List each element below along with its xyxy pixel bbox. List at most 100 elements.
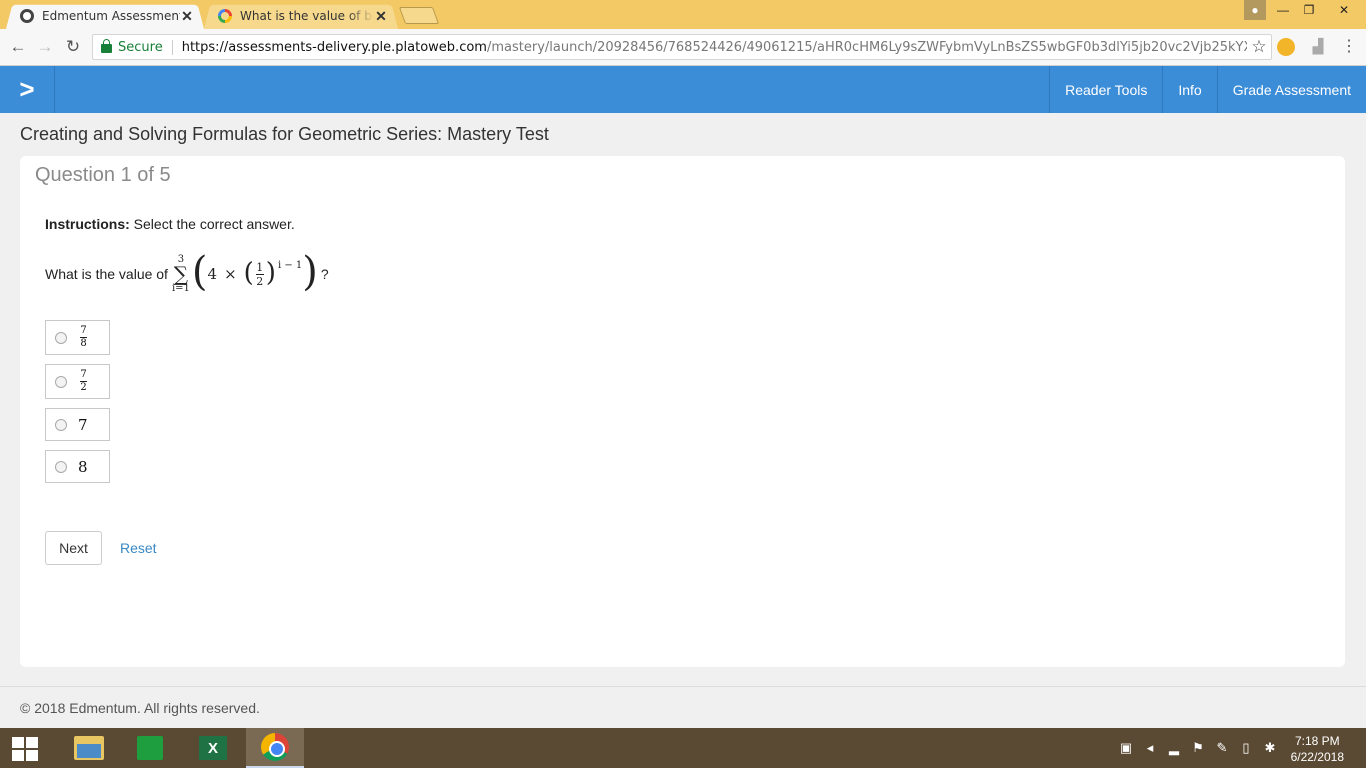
tab-title: What is the value of brain	[240, 9, 374, 23]
file-explorer-taskbar-button[interactable]	[60, 728, 118, 768]
radio-button[interactable]	[55, 331, 67, 344]
grade-assessment-button[interactable]: Grade Assessment	[1216, 66, 1366, 113]
store-bag-icon	[137, 736, 163, 760]
sigma-lower: i=1	[171, 283, 190, 294]
flag-icon[interactable]: ⚑	[1190, 740, 1206, 756]
reload-icon[interactable]: ↻	[63, 37, 83, 57]
url-text[interactable]: https://assessments-delivery.ple.platowe…	[173, 40, 1247, 55]
sigma-symbol: ∑	[173, 262, 189, 286]
option-d[interactable]: 8	[45, 450, 110, 483]
chrome-icon	[261, 733, 289, 761]
clock-time: 7:18 PM	[1294, 734, 1340, 748]
close-tab-icon[interactable]: ✕	[180, 8, 194, 25]
option-fraction: 7 8	[80, 326, 87, 349]
edmentum-favicon-icon	[20, 9, 34, 23]
folder-icon	[74, 736, 104, 760]
radio-button[interactable]	[55, 418, 67, 431]
math-body: 4 × ( 1 2 ) i − 1	[207, 258, 303, 288]
option-c[interactable]: 7	[45, 408, 110, 441]
open-paren: (	[191, 249, 208, 295]
chrome-taskbar-button[interactable]	[246, 728, 304, 768]
header-nav: Reader Tools Info Grade Assessment	[1049, 66, 1366, 113]
option-value: 7	[78, 415, 88, 434]
clock-date: 6/22/2018	[1290, 750, 1344, 764]
ratio-fraction: 1 2	[255, 260, 264, 288]
new-tab-button[interactable]	[398, 7, 440, 24]
page-title: Creating and Solving Formulas for Geomet…	[20, 124, 549, 144]
close-window-button[interactable]: ✕	[1322, 0, 1366, 20]
option-fraction: 7 2	[80, 370, 87, 393]
battery-icon[interactable]: ▯	[1238, 740, 1254, 756]
extension-icon[interactable]: ▟	[1309, 38, 1327, 56]
inner-open-paren: (	[243, 258, 254, 288]
google-favicon-icon	[218, 9, 232, 23]
browser-tab-strip: Edmentum Assessments ✕ What is the value…	[0, 0, 1366, 29]
volume-icon[interactable]: ◂	[1142, 740, 1158, 756]
exponent: i − 1	[277, 259, 303, 271]
question-text: What is the value of 3 ∑ i=1 ( 4 × ( 1 2…	[45, 249, 329, 299]
language-icon[interactable]: ✎	[1214, 740, 1230, 756]
radio-button[interactable]	[55, 375, 67, 388]
lock-icon	[101, 39, 112, 53]
tab-title: Edmentum Assessments	[42, 9, 180, 23]
restore-button[interactable]: ❐	[1296, 0, 1322, 20]
option-b[interactable]: 7 2	[45, 364, 110, 399]
option-value: 8	[78, 457, 88, 476]
fraction-numerator: 1	[256, 260, 264, 274]
option-denominator: 8	[80, 338, 87, 349]
next-button[interactable]: Next	[45, 531, 102, 565]
back-arrow-icon[interactable]: ←	[8, 37, 28, 57]
address-bar[interactable]: Secure https://assessments-delivery.ple.…	[92, 34, 1272, 60]
bookmark-star-icon[interactable]: ☆	[1247, 37, 1271, 57]
option-a[interactable]: 7 8	[45, 320, 110, 355]
inner-close-paren: )	[265, 258, 276, 288]
instructions-label: Instructions:	[45, 216, 130, 232]
footer-divider	[0, 686, 1366, 687]
summation-expression: 3 ∑ i=1 ( 4 × ( 1 2 ) i − 1 )	[171, 249, 318, 295]
profile-icon[interactable]: ●	[1244, 0, 1266, 20]
taskbar-clock[interactable]: 7:18 PM 6/22/2018	[1291, 733, 1344, 765]
windows-taskbar: X ▣ ◂ ▂ ⚑ ✎ ▯ ✱ 7:18 PM 6/22/2018	[0, 728, 1366, 768]
radio-button[interactable]	[55, 460, 67, 473]
system-tray: ▣ ◂ ▂ ⚑ ✎ ▯ ✱	[1118, 740, 1278, 756]
instructions-text: Select the correct answer.	[133, 216, 295, 232]
browser-toolbar: ← → ↻ Secure https://assessments-deliver…	[0, 29, 1366, 66]
app-header: > Reader Tools Info Grade Assessment	[0, 66, 1366, 113]
excel-taskbar-button[interactable]: X	[184, 728, 242, 768]
window-controls: ● — ❐ ✕	[1244, 0, 1366, 20]
url-host: https://assessments-delivery.ple.platowe…	[181, 39, 487, 55]
instructions: Instructions: Select the correct answer.	[45, 216, 295, 232]
coefficient: 4	[207, 265, 218, 283]
option-denominator: 2	[80, 382, 87, 393]
answer-options: 7 8 7 2 7 8	[45, 320, 110, 492]
secure-label: Secure	[118, 39, 173, 55]
tab-edmentum-assessments[interactable]: Edmentum Assessments ✕	[6, 3, 204, 29]
option-numerator: 7	[80, 325, 87, 336]
question-prefix: What is the value of	[45, 266, 168, 282]
info-button[interactable]: Info	[1162, 66, 1216, 113]
fraction-denominator: 2	[256, 274, 264, 288]
emoji-extension-icon[interactable]	[1277, 38, 1295, 56]
windows-start-icon[interactable]	[12, 737, 40, 761]
notification-icon[interactable]: ✱	[1262, 740, 1278, 756]
minimize-button[interactable]: —	[1270, 0, 1296, 20]
store-taskbar-button[interactable]	[121, 728, 179, 768]
times-sign: ×	[224, 265, 237, 283]
reader-tools-button[interactable]: Reader Tools	[1049, 66, 1162, 113]
question-number: Question 1 of 5	[35, 164, 171, 186]
tab-google-search[interactable]: What is the value of brain ✕	[204, 3, 398, 29]
question-mark: ?	[320, 266, 329, 282]
close-paren: )	[302, 249, 318, 295]
sidebar-toggle-button[interactable]: >	[0, 66, 55, 113]
option-numerator: 7	[80, 369, 87, 380]
reset-link[interactable]: Reset	[120, 540, 157, 556]
close-tab-icon[interactable]: ✕	[374, 8, 388, 25]
question-card: Question 1 of 5 Instructions: Select the…	[20, 156, 1345, 667]
tray-app-icon[interactable]: ▣	[1118, 740, 1134, 756]
url-path: /mastery/launch/20928456/768524426/49061…	[486, 39, 1247, 55]
forward-arrow-icon[interactable]: →	[35, 37, 55, 57]
footer-copyright: © 2018 Edmentum. All rights reserved.	[20, 700, 260, 716]
browser-menu-icon[interactable]: ⋮	[1340, 38, 1358, 56]
network-icon[interactable]: ▂	[1166, 740, 1182, 756]
excel-icon: X	[199, 736, 227, 760]
